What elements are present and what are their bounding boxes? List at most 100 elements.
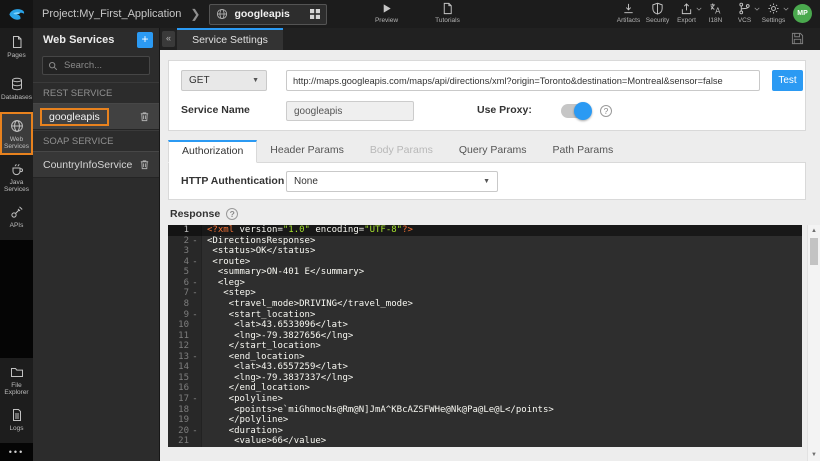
sidebar-item-file-explorer[interactable]: File Explorer [0, 358, 33, 401]
top-bar: Project:My_First_Application ❯ googleapi… [0, 0, 820, 28]
topbar-action-vcs[interactable]: VCS [730, 2, 760, 24]
tab-header-params[interactable]: Header Params [257, 139, 357, 162]
service-sections: REST SERVICE googleapis SOAP SERVICE Countr… [33, 82, 159, 178]
download-icon [622, 2, 635, 15]
line-gutter: 9- [168, 309, 202, 321]
line-number: 4 [183, 256, 189, 267]
line-number: 2 [183, 235, 189, 246]
add-service-button[interactable]: + [137, 31, 153, 48]
topbar-action-export[interactable]: Export [672, 2, 702, 24]
tab-query-params[interactable]: Query Params [446, 139, 540, 162]
code-line: 19 </polyline> [168, 415, 802, 426]
topbar-action-label: Export [677, 17, 696, 24]
sidebar-item-databases[interactable]: Databases [0, 70, 33, 112]
use-proxy-toggle[interactable] [561, 102, 592, 120]
http-method-select[interactable]: GET ▼ [181, 70, 267, 91]
line-number: 6 [183, 277, 189, 288]
sidebar-item-label: Java Services [4, 179, 29, 193]
line-gutter: 1 [168, 225, 202, 236]
globe-icon [10, 119, 24, 133]
response-code-editor[interactable]: 1 <?xml version="1.0" encoding="UTF-8"?> 2… [168, 225, 802, 447]
user-avatar[interactable]: MP [793, 4, 812, 23]
scroll-up-arrow[interactable]: ▲ [808, 225, 820, 237]
wavemaker-logo-icon[interactable] [0, 0, 33, 28]
fold-marker [189, 436, 201, 447]
param-tabs: Authorization Header Params Body Params Que… [168, 140, 806, 163]
sidebar-item-java-services[interactable]: Java Services [0, 155, 33, 198]
topbar-action-security[interactable]: Security [643, 2, 672, 24]
topbar-action-i18n[interactable]: A I18N [701, 2, 730, 24]
code-line: 17- <polyline> [168, 394, 802, 405]
collapse-panel-button[interactable]: « [162, 31, 175, 47]
line-number: 9 [183, 309, 189, 320]
sidebar-item-pages[interactable]: Pages [0, 28, 33, 70]
response-help-icon[interactable]: ? [226, 208, 239, 220]
sidebar-item-logs[interactable]: Logs [0, 401, 33, 443]
line-gutter: 2- [168, 235, 202, 247]
service-item-countryinfoservice[interactable]: CountryInfoService [33, 151, 159, 178]
scroll-down-arrow[interactable]: ▼ [808, 449, 820, 461]
http-auth-select[interactable]: None ▼ [286, 171, 498, 192]
trash-icon[interactable] [139, 159, 150, 170]
fold-marker [189, 320, 201, 331]
more-options-button[interactable]: ••• [0, 443, 33, 461]
page-scrollbar: ▲ ▼ [807, 225, 820, 461]
line-number: 5 [183, 267, 189, 278]
service-name-input[interactable] [286, 101, 414, 121]
topbar-action-artifacts[interactable]: Artifacts [614, 2, 643, 24]
code-text: <lat>43.6533096</lat> [207, 320, 348, 331]
code-text: <duration> [207, 425, 283, 436]
code-line: 10 <lat>43.6533096</lat> [168, 320, 802, 331]
fold-marker [189, 246, 201, 257]
line-gutter: 8 [168, 298, 202, 310]
service-selector[interactable]: googleapis [209, 3, 328, 25]
topbar-action-tutorials[interactable]: Tutorials [433, 2, 462, 24]
database-icon [10, 77, 24, 91]
fold-marker: - [192, 277, 198, 288]
code-text: <lng>-79.3837337</lng> [207, 372, 354, 383]
project-name[interactable]: Project:My_First_Application [42, 8, 181, 20]
activity-bar-spacer [0, 240, 33, 358]
service-item-name: googleapis [40, 107, 109, 126]
panel-header: Web Services + [33, 28, 159, 51]
sidebar-item-apis[interactable]: APIs [0, 198, 33, 240]
scrollbar-thumb[interactable] [810, 238, 818, 265]
line-number: 7 [183, 288, 189, 299]
code-text: </end_location> [207, 383, 310, 394]
fold-marker [189, 267, 201, 278]
sidebar-item-label: APIs [9, 222, 24, 229]
tutorials-icon [441, 2, 454, 15]
sidebar-item-label: Logs [9, 425, 24, 432]
response-header: Response ? [170, 208, 239, 220]
chevron-down-icon: ▼ [483, 178, 490, 185]
tab-authorization[interactable]: Authorization [168, 140, 258, 163]
topbar-action-label: Security [645, 17, 670, 24]
line-gutter: 19 [168, 415, 202, 426]
save-icon[interactable] [791, 32, 804, 45]
request-url-input[interactable] [286, 70, 760, 91]
use-proxy-label: Use Proxy: [477, 104, 532, 116]
activity-bar: Pages Databases Web Services Java Services A… [0, 28, 33, 461]
fold-marker [189, 383, 201, 394]
sidebar-item-label: Web Services [4, 136, 29, 150]
service-item-googleapis[interactable]: googleapis [33, 103, 159, 130]
panel-title: Web Services [43, 33, 115, 46]
chevron-down-icon: ▼ [252, 77, 259, 84]
code-text: <leg> [207, 277, 245, 288]
tab-service-settings[interactable]: Service Settings [177, 28, 283, 50]
proxy-help-icon[interactable]: ? [600, 105, 612, 117]
sidebar-item-web-services[interactable]: Web Services [0, 112, 33, 155]
topbar-action-label: Settings [761, 17, 786, 24]
tab-path-params[interactable]: Path Params [540, 139, 627, 162]
line-gutter: 21 [168, 436, 202, 447]
line-gutter: 18 [168, 404, 202, 416]
topbar-action-settings[interactable]: Settings [759, 2, 789, 24]
fold-marker [189, 331, 201, 342]
fold-marker: - [192, 351, 198, 362]
sidebar-item-label: Pages [7, 52, 26, 59]
topbar-action-preview[interactable]: Preview [372, 2, 401, 24]
web-services-panel: Web Services + REST SERVICE googleapis SOA… [33, 28, 160, 461]
test-button[interactable]: Test [772, 70, 803, 91]
search-input[interactable] [62, 59, 144, 72]
trash-icon[interactable] [139, 111, 150, 122]
